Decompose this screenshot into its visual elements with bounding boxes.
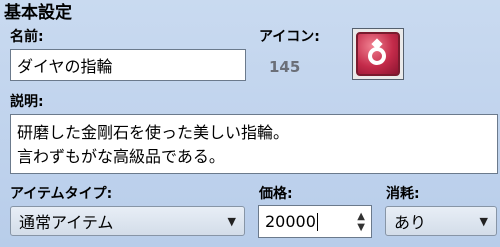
consumable-select[interactable]: あり ▼ — [385, 206, 497, 236]
price-value: 20000 — [265, 212, 316, 231]
description-label: 説明: — [10, 94, 44, 110]
icon-picker-button[interactable] — [352, 28, 404, 80]
text-cursor — [316, 212, 318, 231]
decrement-icon[interactable]: ▼ — [357, 222, 365, 233]
name-field[interactable]: ダイヤの指輪 — [10, 49, 246, 81]
price-label: 価格: — [259, 186, 293, 202]
consumable-value: あり — [394, 213, 427, 232]
consumable-label: 消耗: — [386, 186, 420, 202]
item-type-label: アイテムタイプ: — [10, 186, 113, 202]
stepper-arrows[interactable]: ▲ ▼ — [357, 211, 365, 233]
icon-label: アイコン: — [259, 29, 320, 45]
ring-icon — [356, 32, 400, 76]
price-stepper[interactable]: 20000 ▲ ▼ — [258, 205, 372, 238]
item-type-value: 通常アイテム — [19, 213, 114, 232]
description-line-2: 言わずもがな高級品である。 — [17, 147, 225, 166]
description-line-1: 研磨した金剛石を使った美しい指輪。 — [17, 123, 290, 142]
name-label: 名前: — [10, 29, 44, 45]
description-textarea[interactable]: 研磨した金剛石を使った美しい指輪。 言わずもがな高級品である。 — [10, 114, 498, 174]
name-value: ダイヤの指輪 — [17, 57, 113, 76]
chevron-down-icon: ▼ — [479, 214, 488, 228]
item-type-select[interactable]: 通常アイテム ▼ — [10, 206, 245, 236]
chevron-down-icon: ▼ — [227, 214, 236, 228]
section-title: 基本設定 — [4, 3, 72, 23]
icon-index: 145 — [269, 58, 301, 76]
increment-icon[interactable]: ▲ — [357, 211, 365, 222]
